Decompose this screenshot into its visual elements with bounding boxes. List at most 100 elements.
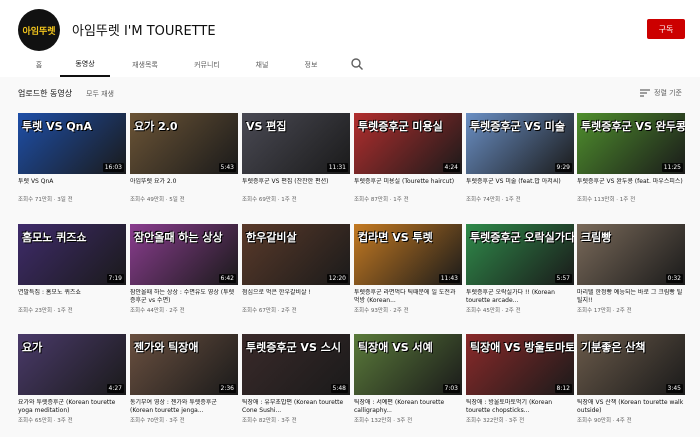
video-card[interactable]: 요가 4:27 요가와 투렛증후군 (Korean tourette yoga me… [18,334,126,429]
duration-badge: 4:24 [442,163,460,172]
video-card[interactable]: 크림빵 0:32 마리텔 한정빵 예능되는 바로 그 크림빵 틸틸지!! 조회수 17… [577,224,685,319]
video-title[interactable]: 투렛증후군 라면먹다 틱때문에 일 도전과 먹방 (Korean... [354,289,462,305]
duration-badge: 5:48 [330,384,348,393]
tab-home[interactable]: 홈 [28,52,50,77]
video-meta: 조회수 67만회 · 2주 전 [242,308,297,314]
duration-badge: 11:43 [438,274,460,283]
thumbnail-caption: 기분좋은 산책 [581,341,646,354]
video-card[interactable]: 투렛증후군 VS 완두콩 11:25 투렛증후군 VS 완두콩 (feat. 마우스… [577,113,685,208]
duration-badge: 6:42 [218,274,236,283]
video-meta: 조회수 93만회 · 2주 전 [354,308,409,314]
duration-badge: 2:36 [218,384,236,393]
video-meta: 조회수 90만회 · 4주 전 [577,418,632,424]
video-card[interactable]: 투렛증후군 VS 스시 5:48 틱장애 : 유부초밥편 (Korean toure… [242,334,350,429]
sort-label: 정렬 기준 [654,89,682,97]
video-title[interactable]: 틱장애 : 서예편 (Korean tourette calligraphy..… [354,399,462,415]
video-thumbnail[interactable]: 틱장애 VS 방울토마토 8:12 [466,334,574,395]
thumbnail-caption: 젠가와 틱장애 [134,341,199,354]
video-title[interactable]: 투렛증후군 VS 완두콩 (feat. 마우스피스) [577,178,685,186]
video-thumbnail[interactable]: 투렛증후군 VS 스시 5:48 [242,334,350,395]
channel-name: 아임뚜렛 I'M TOURETTE [72,24,216,39]
video-card[interactable]: 요가 2.0 5:43 아임뚜렛 요가 2.0 조회수 49만회 · 5일 전 [130,113,238,208]
video-card[interactable]: 틱장애 VS 서예 7:03 틱장애 : 서예편 (Korean tourette … [354,334,462,429]
sort-button[interactable]: 정렬 기준 [640,87,682,99]
video-title[interactable]: 아임뚜렛 요가 2.0 [130,178,238,186]
thumbnail-caption: 투렛증후군 VS 완두콩 [581,120,685,133]
duration-badge: 12:20 [326,274,348,283]
thumbnail-caption: 한우갈비살 [246,231,297,244]
video-card[interactable]: 기분좋은 산책 3:45 틱장애 VS 산책 (Korean tourette wa… [577,334,685,429]
video-title[interactable]: 틱장애 : 방울토마토먹기 (Korean tourette chopstick… [466,399,574,415]
tab-videos[interactable]: 동영상 [60,52,110,77]
video-meta: 조회수 45만회 · 2주 전 [466,308,521,314]
duration-badge: 7:19 [106,274,124,283]
video-meta: 조회수 322만회 · 3주 전 [466,418,525,424]
video-title[interactable]: 투렛증후군 오락실가다 !! (Korean tourette arcade..… [466,289,574,305]
video-thumbnail[interactable]: 투렛증후군 VS 미술 9:29 [466,113,574,174]
video-meta: 조회수 82만회 · 3주 전 [242,418,297,424]
search-icon[interactable] [350,57,364,71]
video-thumbnail[interactable]: 투렛 VS QnA 16:03 [18,113,126,174]
video-card[interactable]: 틱장애 VS 방울토마토 8:12 틱장애 : 방울토마토먹기 (Korean to… [466,334,574,429]
thumbnail-caption: 컵라면 VS 투렛 [358,231,433,244]
tab-about[interactable]: 정보 [293,52,329,77]
video-title[interactable]: 요가와 투렛증후군 (Korean tourette yoga meditati… [18,399,126,415]
video-card[interactable]: 컵라면 VS 투렛 11:43 투렛증후군 라면먹다 틱때문에 일 도전과 먹방 (… [354,224,462,319]
channel-header: 아임뚜렛 아임뚜렛 I'M TOURETTE 구독 홈 동영상 재생목록 커뮤니… [0,0,700,77]
video-title[interactable]: 투렛 VS QnA [18,178,126,186]
tab-community[interactable]: 커뮤니티 [182,52,232,77]
video-meta: 조회수 17만회 · 2주 전 [577,308,632,314]
video-thumbnail[interactable]: 틱장애 VS 서예 7:03 [354,334,462,395]
video-thumbnail[interactable]: 투렛증후군 오락실가다 5:57 [466,224,574,285]
video-title[interactable]: 잠안올때 하는 상상 : 수면유도 영상 (투렛증후군 vs 수면) [130,289,238,305]
video-thumbnail[interactable]: 요가 4:27 [18,334,126,395]
video-thumbnail[interactable]: 요가 2.0 5:43 [130,113,238,174]
video-thumbnail[interactable]: 잠안올때 하는 상상 6:42 [130,224,238,285]
play-all-button[interactable]: 모두 재생 [86,89,114,99]
thumbnail-caption: 투렛증후군 VS 스시 [246,341,341,354]
video-card[interactable]: 투렛증후군 오락실가다 5:57 투렛증후군 오락실가다 !! (Korean to… [466,224,574,319]
thumbnail-caption: 투렛증후군 VS 미술 [470,120,565,133]
subscribe-button[interactable]: 구독 [647,19,685,39]
video-card[interactable]: 투렛증후군 미용실 4:24 투렛증후군 미용실 (Tourette haircut… [354,113,462,208]
video-title[interactable]: 투렛증후군 VS 미술 (feat.밥 아저씨) [466,178,574,186]
thumbnail-caption: 잠안올때 하는 상상 [134,231,223,244]
video-title[interactable]: 투렛증후군 VS 편집 (잔잔한 편션) [242,178,350,186]
video-thumbnail[interactable]: 투렛증후군 VS 완두콩 11:25 [577,113,685,174]
video-card[interactable]: 투렛증후군 VS 미술 9:29 투렛증후군 VS 미술 (feat.밥 아저씨) 조… [466,113,574,208]
video-title[interactable]: 연말특집 : 홈모노 퀴즈쇼 [18,289,126,297]
channel-avatar[interactable]: 아임뚜렛 [18,9,60,51]
video-card[interactable]: 홈모노 퀴즈쇼 7:19 연말특집 : 홈모노 퀴즈쇼 조회수 23만회 · 1주 전 [18,224,126,319]
video-thumbnail[interactable]: 홈모노 퀴즈쇼 7:19 [18,224,126,285]
video-thumbnail[interactable]: 젠가와 틱장애 2:36 [130,334,238,395]
video-meta: 조회수 113만회 · 1주 전 [577,197,636,203]
video-title[interactable]: 투렛증후군 미용실 (Tourette haircut) [354,178,462,186]
thumbnail-caption: 틱장애 VS 서예 [358,341,433,354]
video-thumbnail[interactable]: 크림빵 0:32 [577,224,685,285]
video-title[interactable]: 점심으로 먹은 한우갈비살 ! [242,289,350,297]
video-card[interactable]: 젠가와 틱장애 2:36 동기부여 영상 : 젠가와 투렛증후군 (Korean t… [130,334,238,429]
video-card[interactable]: VS 편집 11:31 투렛증후군 VS 편집 (잔잔한 편션) 조회수 69만회 ·… [242,113,350,208]
video-meta: 조회수 87만회 · 1주 전 [354,197,409,203]
video-thumbnail[interactable]: 투렛증후군 미용실 4:24 [354,113,462,174]
video-thumbnail[interactable]: 컵라면 VS 투렛 11:43 [354,224,462,285]
video-card[interactable]: 투렛 VS QnA 16:03 투렛 VS QnA 조회수 71만회 · 3일 전 [18,113,126,208]
video-title[interactable]: 틱장애 VS 산책 (Korean tourette walk outside) [577,399,685,415]
video-title[interactable]: 틱장애 : 유부초밥편 (Korean tourette Cone Sushi.… [242,399,350,415]
tab-channels[interactable]: 채널 [244,52,280,77]
video-thumbnail[interactable]: 한우갈비살 12:20 [242,224,350,285]
tab-playlists[interactable]: 재생목록 [120,52,170,77]
video-thumbnail[interactable]: 기분좋은 산책 3:45 [577,334,685,395]
video-card[interactable]: 한우갈비살 12:20 점심으로 먹은 한우갈비살 ! 조회수 67만회 · 2주 전 [242,224,350,319]
duration-badge: 0:32 [665,274,683,283]
video-title[interactable]: 마리텔 한정빵 예능되는 바로 그 크림빵 틸틸지!! [577,289,685,305]
video-card[interactable]: 잠안올때 하는 상상 6:42 잠안올때 하는 상상 : 수면유도 영상 (투렛증후… [130,224,238,319]
duration-badge: 16:03 [102,163,124,172]
video-meta: 조회수 132만회 · 3주 전 [354,418,413,424]
video-thumbnail[interactable]: VS 편집 11:31 [242,113,350,174]
duration-badge: 4:27 [106,384,124,393]
video-meta: 조회수 69만회 · 1주 전 [242,197,297,203]
video-meta: 조회수 74만회 · 1주 전 [466,197,521,203]
video-title[interactable]: 동기부여 영상 : 젠가와 투렛증후군 (Korean tourette jen… [130,399,238,415]
thumbnail-caption: 투렛증후군 오락실가다 [470,231,574,244]
